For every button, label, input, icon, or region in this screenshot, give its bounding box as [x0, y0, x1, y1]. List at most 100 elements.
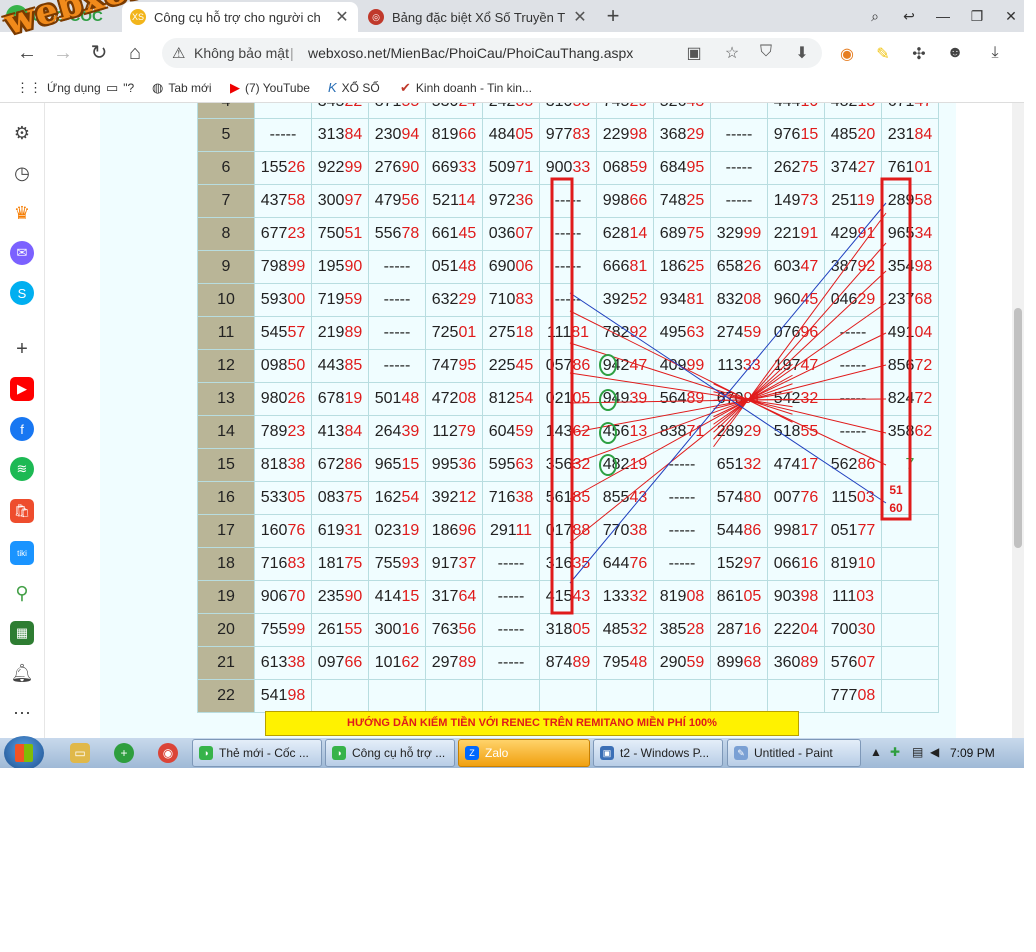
red-annotation-line	[569, 374, 793, 500]
volume-icon[interactable]: ◀	[930, 745, 939, 759]
settings-gear-icon[interactable]: ⚙	[10, 121, 34, 145]
pencil-icon[interactable]: ✎	[872, 44, 894, 64]
green-circle	[599, 454, 617, 476]
window-controls: ⌕ ↩ — ❐ ✕	[860, 0, 1024, 32]
more-icon[interactable]: ⋯	[10, 701, 34, 725]
sheets-icon[interactable]: ▦	[10, 621, 34, 645]
bookmark-apps[interactable]: ⋮⋮ Ứng dụng	[16, 80, 101, 96]
clock: 7:09 PM	[950, 746, 995, 760]
back-icon[interactable]: ←	[14, 40, 40, 66]
paint-icon: ✎	[734, 746, 748, 760]
task-tool[interactable]: ◑ Công cụ hỗ trợ ...	[325, 739, 455, 767]
drawing-overlay: 51 60	[550, 177, 912, 615]
forward-icon[interactable]: →	[50, 40, 76, 66]
home-icon[interactable]: ⌂	[122, 40, 148, 66]
green-circle	[599, 389, 617, 411]
add-icon[interactable]: +	[10, 337, 34, 361]
messenger-icon[interactable]: ✉	[10, 241, 34, 265]
red-annotation-line	[713, 364, 887, 410]
task-paint[interactable]: ✎ Untitled - Paint	[727, 739, 861, 767]
youtube-sidebar-icon[interactable]: ▶	[10, 377, 34, 401]
side-panel: ⚙ ◷ ♛ ✉ S + ▶ f ≋ 🛍 tiki ⚲ ▦ 🔔︎ ⋯	[0, 103, 45, 738]
red-annotation-line	[713, 242, 887, 440]
history-icon[interactable]: ◷	[10, 161, 34, 185]
back-arrow-icon[interactable]: ↩	[894, 8, 924, 25]
tray-coccoc-icon[interactable]: ✚	[890, 745, 900, 759]
new-tab-button[interactable]: +	[600, 3, 626, 29]
minimize-icon[interactable]: —	[928, 8, 958, 24]
shield-icon[interactable]: ⛉	[756, 43, 776, 61]
promo-banner[interactable]: HƯỚNG DẪN KIẾM TIỀN VỚI RENEC TRÊN REMIT…	[265, 711, 799, 736]
bookmark-kinh-doanh[interactable]: ✔ Kinh doanh - Tin kin...	[400, 80, 532, 96]
folder-icon: ▭	[106, 80, 119, 95]
crown-icon[interactable]: ♛	[10, 201, 34, 225]
task-coccoc-new-tab[interactable]: ◑ Thẻ mới - Cốc ...	[192, 739, 322, 767]
red-annotation-line	[713, 332, 887, 418]
tab-search-icon[interactable]: ⌕	[860, 8, 890, 25]
bookmark-new-tab[interactable]: ◍ Tab mới	[152, 80, 212, 96]
bookmark-label: Kinh doanh - Tin kin...	[415, 81, 532, 95]
profile-avatar-icon[interactable]: ☻	[944, 44, 966, 62]
red-annotation-line	[569, 342, 793, 415]
address-bar[interactable]: ⚠ Không bảo mật | webxoso.net/MienBac/Ph…	[162, 38, 822, 68]
bookmark-label: XỔ SỐ	[341, 80, 380, 95]
task-photo-viewer[interactable]: ▣ t2 - Windows P...	[593, 739, 723, 767]
close-window-icon[interactable]: ✕	[996, 8, 1024, 25]
windows-taskbar: ▭ + ◉ ◑ Thẻ mới - Cốc ... ◑ Công cụ hỗ t…	[0, 736, 1024, 768]
blue-annotation-line	[569, 292, 887, 504]
screenshot: ◑ CỐC CỐC XS Công cụ hỗ trợ cho người ch…	[0, 0, 1024, 768]
security-label: Không bảo mật	[194, 45, 289, 61]
extensions-puzzle-icon[interactable]: ✣	[908, 44, 930, 64]
page-content: 4-----3452287155530242428531058745295264…	[45, 103, 1012, 738]
task-label: t2 - Windows P...	[620, 746, 710, 760]
tray-expand-icon[interactable]: ▲	[870, 745, 882, 759]
notification-bell-icon[interactable]: 🔔︎	[10, 661, 34, 685]
annotation-value: 60	[889, 501, 903, 515]
facebook-icon[interactable]: f	[10, 417, 34, 441]
task-label: Thẻ mới - Cốc ...	[219, 746, 309, 760]
coccoc-icon: ◑	[332, 746, 346, 760]
browser-toolbar: ← → ↻ ⌂ ⚠ Không bảo mật | webxoso.net/Mi…	[0, 32, 1024, 74]
download-page-icon[interactable]: ⬇	[792, 43, 812, 63]
ku-icon: K	[328, 80, 337, 95]
bookmark-xoso[interactable]: K XỔ SỐ	[328, 80, 380, 95]
tiki-icon[interactable]: tiki	[10, 541, 34, 565]
chrome-icon[interactable]: ◉	[158, 743, 178, 763]
tab-title: Bảng đặc biệt Xổ Số Truyền T	[392, 9, 566, 25]
green-circle	[599, 354, 617, 376]
scrollbar-thumb[interactable]	[1014, 308, 1022, 548]
skype-icon[interactable]: S	[10, 281, 34, 305]
tab-xoso[interactable]: ◎ Bảng đặc biệt Xổ Số Truyền T ✕	[360, 2, 596, 32]
coccoc-extension-icon[interactable]: ◉	[836, 44, 858, 64]
explorer-icon[interactable]: ▭	[70, 743, 90, 763]
xs-favicon-icon: XS	[130, 9, 146, 25]
map-pin-icon[interactable]: ⚲	[10, 581, 34, 605]
vertical-scrollbar[interactable]	[1012, 103, 1024, 738]
restore-icon[interactable]: ❐	[962, 8, 992, 25]
bookmark-label: Tab mới	[168, 81, 212, 95]
task-label: Zalo	[485, 746, 509, 760]
reload-icon[interactable]: ↻	[86, 40, 112, 66]
close-tab-icon[interactable]: ✕	[572, 7, 588, 27]
network-icon[interactable]: ▤	[912, 745, 923, 759]
shopee-icon[interactable]: 🛍	[10, 499, 34, 523]
red-annotation-line	[713, 270, 887, 433]
bookmark-label: Ứng dụng	[47, 81, 101, 95]
downloads-icon[interactable]: ⤓	[984, 44, 1006, 62]
bookmark-youtube[interactable]: ▶ (7) YouTube	[230, 80, 310, 96]
coccoc-icon: ◑	[199, 746, 213, 760]
windows-logo-icon	[15, 744, 33, 762]
red-annotation-line	[569, 391, 793, 434]
annotation-value: 51	[889, 483, 903, 497]
spotify-icon[interactable]: ≋	[10, 457, 34, 481]
tab-tool[interactable]: XS Công cụ hỗ trợ cho người ch ✕	[122, 2, 358, 32]
bookmark-star-icon[interactable]: ☆	[722, 43, 742, 63]
task-label: Công cụ hỗ trợ ...	[352, 746, 446, 760]
coccoc-taskbar-icon[interactable]: +	[114, 743, 134, 763]
screenshot-icon[interactable]: ▣	[684, 43, 704, 63]
task-zalo[interactable]: Z Zalo	[458, 739, 590, 767]
close-tab-icon[interactable]: ✕	[334, 7, 350, 27]
tab-title: Công cụ hỗ trợ cho người ch	[154, 9, 321, 25]
bookmark-folder[interactable]: ▭ "?	[106, 80, 134, 96]
start-button[interactable]	[4, 736, 44, 768]
